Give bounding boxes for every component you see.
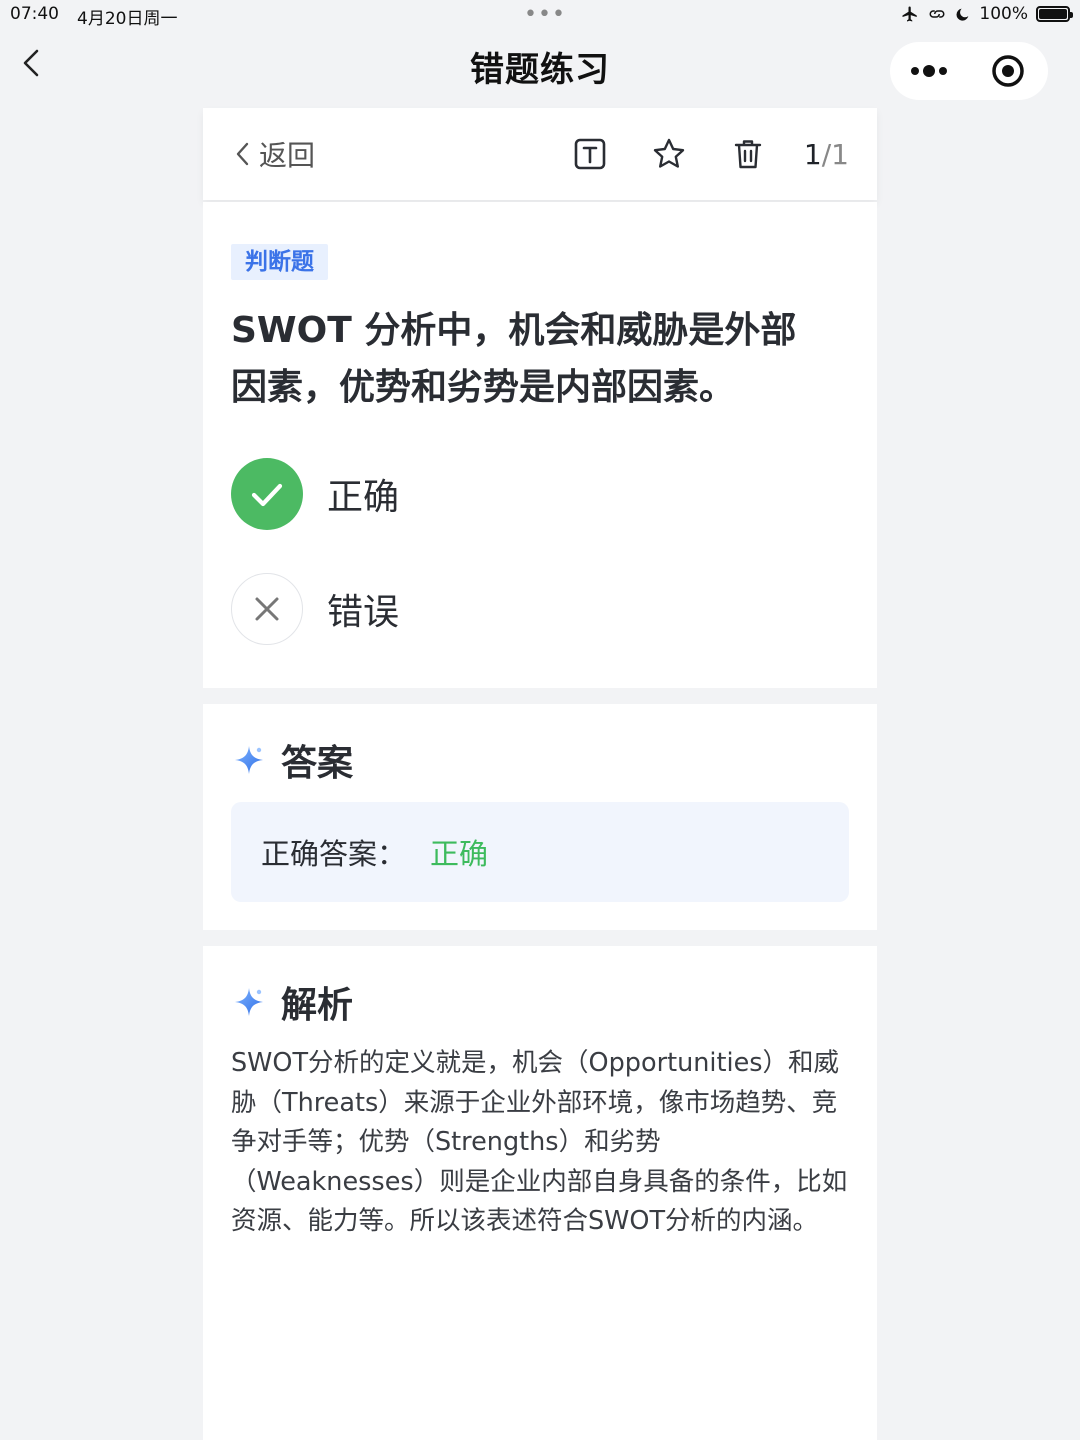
delete-button[interactable] — [728, 134, 768, 174]
question-counter: 1/1 — [804, 138, 849, 171]
check-icon — [251, 483, 283, 507]
correct-answer-value: 正确 — [430, 837, 489, 871]
status-left: 07:40 4月20日周一 — [10, 4, 177, 29]
analysis-text: SWOT分析的定义就是，机会（Opportunities）和威胁（Threats… — [231, 1048, 848, 1236]
status-right: 100% — [901, 4, 1073, 24]
nav-bar: 错题练习 — [0, 30, 1080, 108]
question-toolbar: 返回 1/1 — [203, 108, 877, 200]
question-text: SWOT 分析中，机会和威胁是外部因素，优势和劣势是内部因素。 — [231, 310, 797, 408]
target-icon — [992, 55, 1024, 87]
answer-card: 答案 正确答案： 正确 — [203, 704, 877, 930]
counter-total: /1 — [821, 137, 849, 171]
back-link-label: 返回 — [259, 139, 316, 172]
correct-answer-label: 正确答案： — [261, 837, 407, 871]
question-card: 判断题 SWOT 分析中，机会和威胁是外部因素，优势和劣势是内部因素。 正确 错… — [203, 202, 877, 688]
option-false-label: 错误 — [327, 592, 400, 633]
text-size-icon — [574, 138, 606, 170]
option-false-marker — [231, 573, 303, 645]
close-miniapp-button[interactable] — [968, 42, 1048, 100]
favorite-button[interactable] — [649, 134, 689, 174]
analysis-section-title: 解析 — [281, 985, 354, 1026]
answer-section-title: 答案 — [281, 743, 354, 784]
correct-answer-box: 正确答案： 正确 — [231, 802, 849, 902]
more-dots-icon — [911, 65, 947, 77]
sparkle-icon — [235, 988, 263, 1016]
status-bar: 07:40 4月20日周一 ••• 100% — [0, 0, 1080, 30]
link-icon — [929, 10, 945, 18]
status-time: 07:40 — [10, 4, 59, 24]
question-type-tag: 判断题 — [231, 244, 328, 280]
option-true[interactable]: 正确 — [231, 458, 399, 530]
sparkle-icon — [235, 746, 263, 774]
back-link[interactable]: 返回 — [233, 134, 315, 174]
option-false[interactable]: 错误 — [231, 573, 399, 645]
moon-icon — [956, 8, 969, 21]
analysis-card: 解析 SWOT分析的定义就是，机会（Opportunities）和威胁（Thre… — [203, 946, 877, 1440]
trash-icon — [734, 140, 762, 169]
font-size-button[interactable] — [570, 134, 610, 174]
cross-icon — [255, 597, 279, 621]
option-true-marker — [231, 458, 303, 530]
status-date: 4月20日周一 — [77, 9, 178, 29]
airplane-icon — [902, 6, 918, 22]
battery-percent: 100% — [979, 4, 1028, 24]
chevron-left-small-icon — [236, 142, 249, 166]
star-icon — [653, 138, 685, 168]
capsule-menu — [890, 42, 1048, 100]
answer-section-header: 答案 — [233, 734, 353, 786]
option-true-label: 正确 — [327, 477, 400, 518]
multitask-dots-icon[interactable]: ••• — [524, 2, 566, 27]
analysis-section-header: 解析 — [233, 976, 353, 1028]
battery-icon — [1036, 6, 1073, 22]
more-button[interactable] — [890, 42, 968, 100]
counter-current: 1 — [803, 137, 822, 171]
